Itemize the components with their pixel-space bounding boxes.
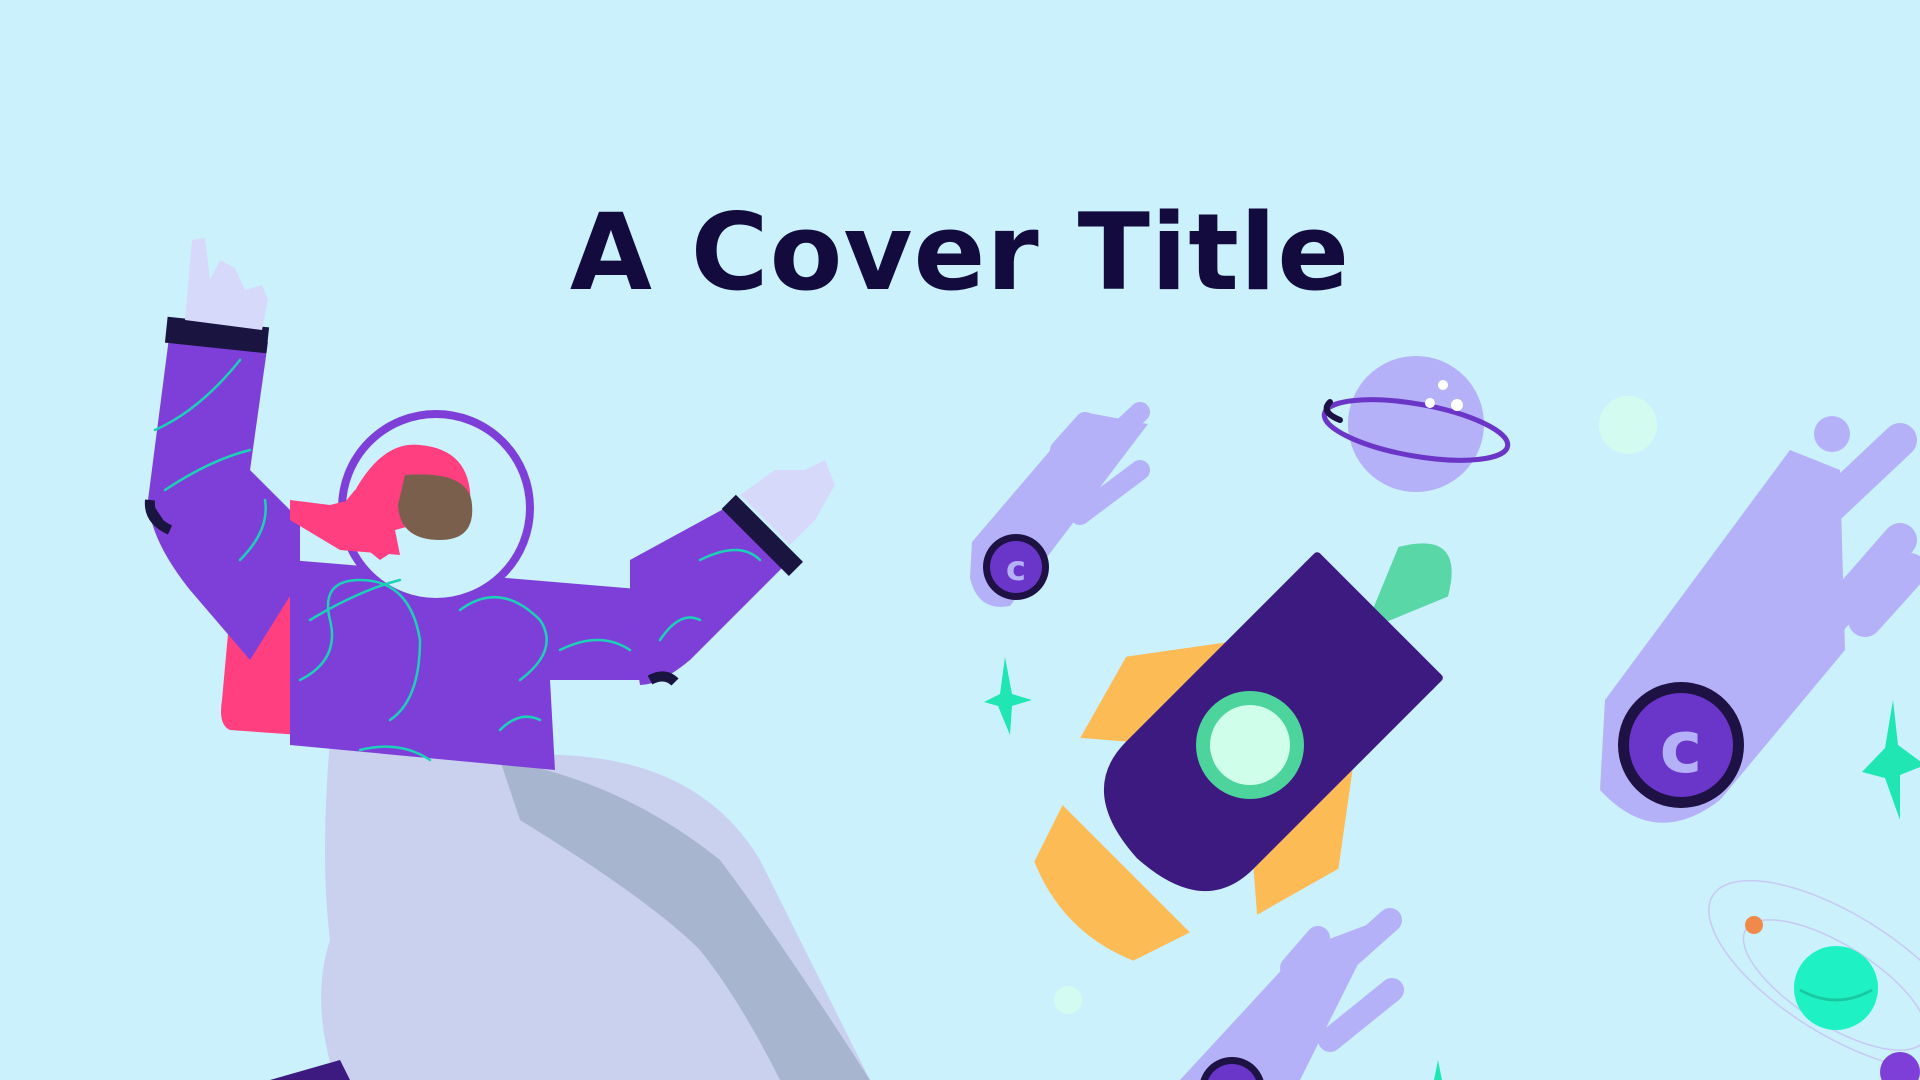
svg-text:c: c xyxy=(1006,549,1026,589)
pale-dot-decoration xyxy=(1599,396,1657,454)
orbit-system-icon xyxy=(1708,879,1920,1080)
ringed-planet-icon xyxy=(1321,356,1511,492)
cover-slide: c c A Cover Title xyxy=(0,0,1920,1080)
pale-dot-decoration xyxy=(1054,986,1082,1014)
sparkle-icon xyxy=(984,657,1032,735)
svg-text:c: c xyxy=(1660,705,1703,789)
sparkle-icon xyxy=(1434,1060,1442,1080)
cover-title: A Cover Title xyxy=(569,191,1351,314)
coin-comet-bottom-icon xyxy=(1180,908,1404,1080)
illustration-layer: c c xyxy=(144,238,1920,1080)
astronaut-icon xyxy=(144,238,871,1080)
coin-comet-small-icon: c xyxy=(970,402,1150,607)
sparkle-icon xyxy=(1862,700,1920,820)
